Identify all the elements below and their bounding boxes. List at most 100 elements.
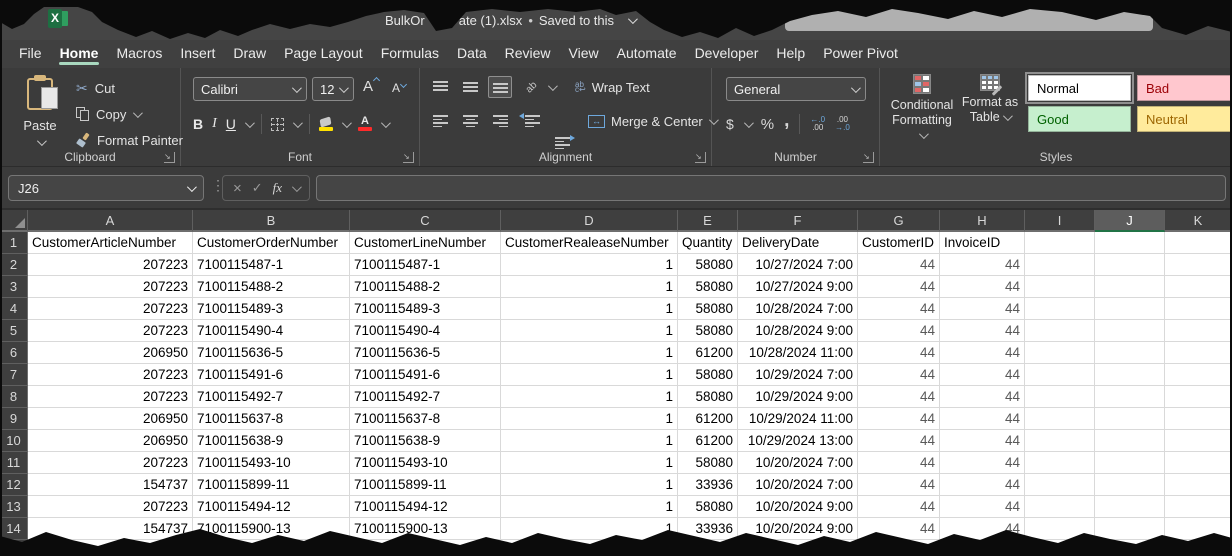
cell-B13[interactable]: 7100115494-12 bbox=[193, 496, 350, 518]
number-dialog-launcher[interactable]: ↘ bbox=[863, 152, 874, 163]
cell-A11[interactable]: 207223 bbox=[28, 452, 193, 474]
cell-B4[interactable]: 7100115489-3 bbox=[193, 298, 350, 320]
cell-J1[interactable] bbox=[1095, 232, 1165, 254]
name-box[interactable]: J26 bbox=[8, 175, 204, 201]
cell-A13[interactable]: 207223 bbox=[28, 496, 193, 518]
cut-button[interactable]: ✂ Cut bbox=[76, 78, 115, 98]
column-header-J[interactable]: J bbox=[1095, 210, 1165, 232]
name-box-chevron-icon[interactable] bbox=[187, 182, 197, 192]
formula-bar-chevron-icon[interactable] bbox=[292, 182, 302, 192]
cell-J8[interactable] bbox=[1095, 386, 1165, 408]
cell-F2[interactable]: 10/27/2024 7:00 bbox=[738, 254, 858, 276]
cell-I5[interactable] bbox=[1025, 320, 1095, 342]
cell-I8[interactable] bbox=[1025, 386, 1095, 408]
menu-tab-power-pivot[interactable]: Power Pivot bbox=[814, 40, 907, 68]
cell-C7[interactable]: 7100115491-6 bbox=[350, 364, 501, 386]
cell-E10[interactable]: 61200 bbox=[678, 430, 738, 452]
conditional-formatting-chevron-icon[interactable] bbox=[918, 129, 928, 139]
cell-J4[interactable] bbox=[1095, 298, 1165, 320]
cell-A5[interactable]: 207223 bbox=[28, 320, 193, 342]
cell-B3[interactable]: 7100115488-2 bbox=[193, 276, 350, 298]
menu-tab-draw[interactable]: Draw bbox=[224, 40, 275, 68]
menu-tab-view[interactable]: View bbox=[560, 40, 608, 68]
cell-J3[interactable] bbox=[1095, 276, 1165, 298]
increase-decimal-button[interactable]: ←.0.00 bbox=[810, 116, 825, 132]
cell-J5[interactable] bbox=[1095, 320, 1165, 342]
column-header-A[interactable]: A bbox=[28, 210, 193, 232]
cell-C6[interactable]: 7100115636-5 bbox=[350, 342, 501, 364]
cell-D11[interactable]: 1 bbox=[501, 452, 678, 474]
cell-A6[interactable]: 206950 bbox=[28, 342, 193, 364]
cell-C14[interactable]: 7100115900-13 bbox=[350, 518, 501, 540]
cell-C13[interactable]: 7100115494-12 bbox=[350, 496, 501, 518]
cell-I10[interactable] bbox=[1025, 430, 1095, 452]
menu-tab-data[interactable]: Data bbox=[448, 40, 496, 68]
cell-I12[interactable] bbox=[1025, 474, 1095, 496]
cell-D1[interactable]: CustomerRealeaseNumber bbox=[501, 232, 678, 254]
cell-K10[interactable] bbox=[1165, 430, 1232, 452]
cell-B7[interactable]: 7100115491-6 bbox=[193, 364, 350, 386]
cancel-button[interactable]: × bbox=[233, 180, 242, 197]
menu-tab-home[interactable]: Home bbox=[51, 40, 108, 68]
cell-A9[interactable]: 206950 bbox=[28, 408, 193, 430]
row-header-9[interactable]: 9 bbox=[0, 408, 28, 430]
cell-C12[interactable]: 7100115899-11 bbox=[350, 474, 501, 496]
copy-dropdown-chevron-icon[interactable] bbox=[133, 108, 143, 118]
cell-J11[interactable] bbox=[1095, 452, 1165, 474]
cell-G7[interactable]: 44 bbox=[858, 364, 940, 386]
cell-G5[interactable]: 44 bbox=[858, 320, 940, 342]
cell-E1[interactable]: Quantity bbox=[678, 232, 738, 254]
cell-G13[interactable]: 44 bbox=[858, 496, 940, 518]
cell-K12[interactable] bbox=[1165, 474, 1232, 496]
cell-C10[interactable]: 7100115638-9 bbox=[350, 430, 501, 452]
cell-G1[interactable]: CustomerID bbox=[858, 232, 940, 254]
cell-B10[interactable]: 7100115638-9 bbox=[193, 430, 350, 452]
clipboard-dialog-launcher[interactable]: ↘ bbox=[164, 152, 175, 163]
comma-format-button[interactable]: , bbox=[784, 116, 789, 126]
number-format-select[interactable]: General bbox=[726, 77, 866, 101]
font-color-chevron-icon[interactable] bbox=[381, 118, 391, 128]
cell-F9[interactable]: 10/29/2024 11:00 bbox=[738, 408, 858, 430]
cell-C4[interactable]: 7100115489-3 bbox=[350, 298, 501, 320]
cell-E8[interactable]: 58080 bbox=[678, 386, 738, 408]
cell-C11[interactable]: 7100115493-10 bbox=[350, 452, 501, 474]
column-header-K[interactable]: K bbox=[1165, 210, 1232, 232]
row-header-5[interactable]: 5 bbox=[0, 320, 28, 342]
cell-H6[interactable]: 44 bbox=[940, 342, 1025, 364]
cell-H9[interactable]: 44 bbox=[940, 408, 1025, 430]
cell-B11[interactable]: 7100115493-10 bbox=[193, 452, 350, 474]
cell-D9[interactable]: 1 bbox=[501, 408, 678, 430]
decrease-font-size-button[interactable]: A bbox=[392, 78, 406, 95]
column-header-E[interactable]: E bbox=[678, 210, 738, 232]
cell-C5[interactable]: 7100115490-4 bbox=[350, 320, 501, 342]
cell-G2[interactable]: 44 bbox=[858, 254, 940, 276]
cell-E11[interactable]: 58080 bbox=[678, 452, 738, 474]
column-header-I[interactable]: I bbox=[1025, 210, 1095, 232]
cell-E7[interactable]: 58080 bbox=[678, 364, 738, 386]
bottom-align-button[interactable] bbox=[488, 76, 512, 98]
cell-F6[interactable]: 10/28/2024 11:00 bbox=[738, 342, 858, 364]
alignment-dialog-launcher[interactable]: ↘ bbox=[695, 152, 706, 163]
decrease-decimal-button[interactable]: .00→.0 bbox=[835, 116, 850, 132]
cell-D5[interactable]: 1 bbox=[501, 320, 678, 342]
cell-A2[interactable]: 207223 bbox=[28, 254, 193, 276]
row-header-7[interactable]: 7 bbox=[0, 364, 28, 386]
cell-J2[interactable] bbox=[1095, 254, 1165, 276]
cell-C1[interactable]: CustomerLineNumber bbox=[350, 232, 501, 254]
cell-style-neutral[interactable]: Neutral bbox=[1137, 106, 1232, 132]
cell-E2[interactable]: 58080 bbox=[678, 254, 738, 276]
excel-app-icon[interactable]: X bbox=[48, 9, 68, 28]
cell-G8[interactable]: 44 bbox=[858, 386, 940, 408]
cell-K3[interactable] bbox=[1165, 276, 1232, 298]
cell-C8[interactable]: 7100115492-7 bbox=[350, 386, 501, 408]
cell-D3[interactable]: 1 bbox=[501, 276, 678, 298]
cell-K2[interactable] bbox=[1165, 254, 1232, 276]
font-color-button[interactable]: A bbox=[358, 117, 372, 131]
column-header-H[interactable]: H bbox=[940, 210, 1025, 232]
cell-H13[interactable]: 44 bbox=[940, 496, 1025, 518]
cell-D4[interactable]: 1 bbox=[501, 298, 678, 320]
cell-F4[interactable]: 10/28/2024 7:00 bbox=[738, 298, 858, 320]
copy-button[interactable]: Copy bbox=[76, 104, 140, 124]
cell-J10[interactable] bbox=[1095, 430, 1165, 452]
cell-E3[interactable]: 58080 bbox=[678, 276, 738, 298]
